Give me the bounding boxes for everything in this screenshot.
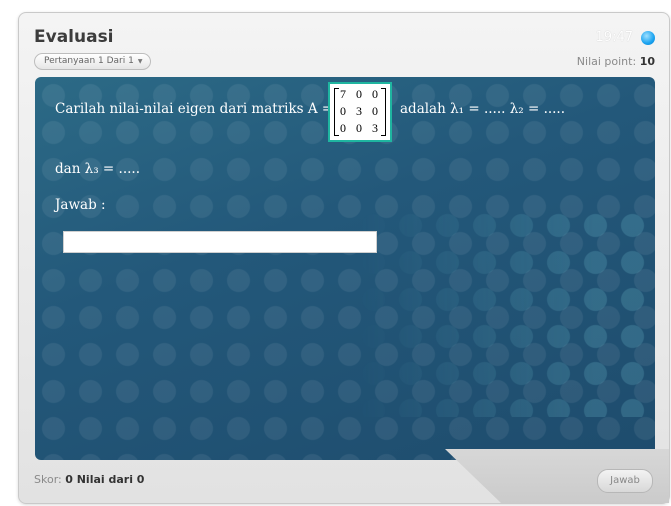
question-text-line2: dan λ₃ = ..... — [55, 161, 140, 177]
chevron-down-icon: ▼ — [137, 58, 143, 65]
matrix-cell: 0 — [356, 121, 362, 135]
question-text-start: Carilah nilai-nilai eigen dari matriks A… — [55, 101, 334, 117]
answer-label: Jawab : — [55, 197, 106, 213]
matrix-cell: 7 — [340, 87, 346, 101]
score-value: 0 Nilai dari 0 — [65, 473, 145, 486]
footer-bar: Skor: 0 Nilai dari 0 Jawab — [19, 449, 669, 503]
question-selector[interactable]: Pertanyaan 1 Dari 1 ▼ — [34, 53, 152, 70]
matrix-cell: 3 — [356, 104, 362, 118]
timer: 19:47 — [595, 30, 633, 45]
background-highlight-pattern — [355, 207, 655, 417]
score-label: Skor: — [34, 473, 62, 486]
matrix-cell: 3 — [372, 121, 378, 135]
question-panel: Carilah nilai-nilai eigen dari matriks A… — [35, 77, 655, 460]
matrix-bracket-right — [381, 88, 386, 136]
answer-input[interactable] — [63, 231, 377, 253]
matrix-cell: 0 — [340, 104, 346, 118]
points-value: 10 — [639, 55, 655, 68]
matrix-cell: 0 — [372, 87, 378, 101]
score-display: Skor: 0 Nilai dari 0 — [34, 473, 144, 486]
evaluation-window: Evaluasi Pertanyaan 1 Dari 1 ▼ 19:47 Nil… — [18, 12, 670, 504]
points-display: Nilai point: 10 — [577, 55, 655, 68]
page-title: Evaluasi — [34, 27, 114, 47]
question-text-end: adalah λ₁ = ..... λ₂ = ..... — [400, 101, 566, 117]
matrix-image: 7 0 0 0 3 0 0 0 3 — [328, 82, 392, 142]
matrix-cell: 0 — [356, 87, 362, 101]
matrix-cell: 0 — [340, 121, 346, 135]
question-selector-label: Pertanyaan 1 Dari 1 — [44, 56, 134, 66]
status-indicator-icon — [641, 31, 655, 45]
points-label: Nilai point: — [576, 55, 637, 68]
matrix-cell: 0 — [372, 104, 378, 118]
submit-button[interactable]: Jawab — [597, 469, 653, 493]
